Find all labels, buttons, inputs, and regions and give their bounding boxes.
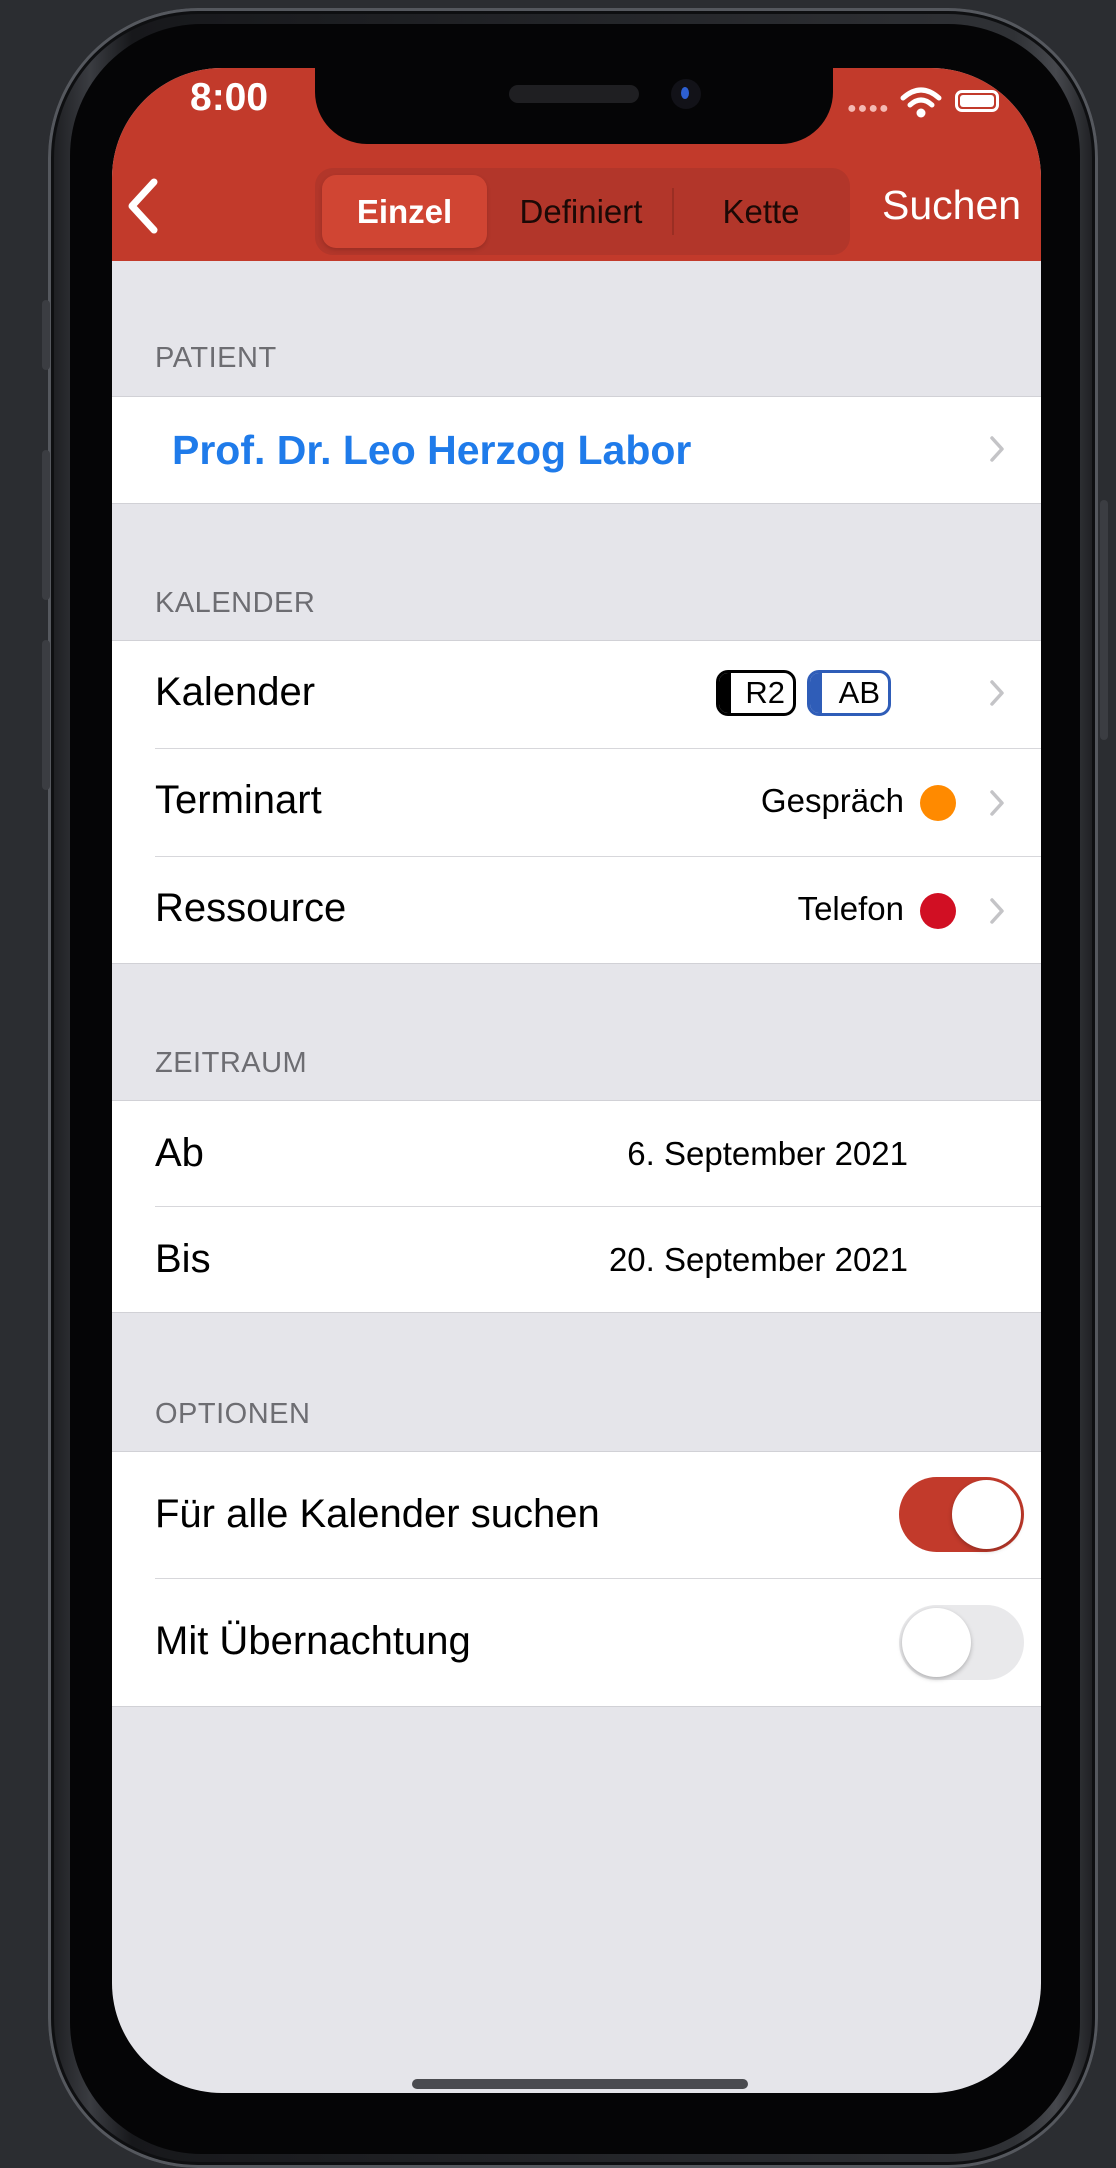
badge-color-stripe: [810, 673, 822, 713]
section-title-kalender: KALENDER: [155, 587, 316, 619]
home-indicator: [412, 2079, 748, 2089]
ab-label: Ab: [155, 1131, 204, 1175]
chevron-right-icon: [990, 790, 1004, 816]
chevron-right-icon: [990, 898, 1004, 924]
ressource-color-dot: [920, 893, 956, 929]
ressource-row[interactable]: Ressource Telefon: [112, 857, 1041, 963]
section-title-zeitraum: ZEITRAUM: [155, 1047, 308, 1079]
terminart-row[interactable]: Terminart Gespräch: [112, 749, 1041, 856]
zeitraum-group: Ab 6. September 2021 Bis 20. September 2…: [112, 1100, 1041, 1313]
toggle-knob: [902, 1608, 971, 1677]
chevron-right-icon: [990, 680, 1004, 706]
ab-date-value[interactable]: 6. September 2021: [627, 1135, 908, 1173]
bis-label: Bis: [155, 1237, 211, 1281]
status-time: 8:00: [190, 76, 269, 119]
bis-date-value[interactable]: 20. September 2021: [609, 1241, 908, 1279]
optionen-group: Für alle Kalender suchen Mit Übernachtun…: [112, 1451, 1041, 1707]
search-button[interactable]: Suchen: [882, 182, 1021, 229]
kalender-label: Kalender: [155, 670, 316, 714]
toggle-knob: [952, 1480, 1021, 1549]
patient-name: Prof. Dr. Leo Herzog Labor: [172, 427, 692, 473]
ressource-label: Ressource: [155, 886, 347, 930]
uebernachtung-label: Mit Übernachtung: [155, 1619, 471, 1663]
segment-divider: [672, 188, 674, 235]
notch: [315, 68, 833, 144]
chevron-right-icon: [990, 436, 1004, 462]
nav-header: 8:00 ●●●● Einzel Definiert Kette Suchen: [112, 68, 1041, 261]
segment-einzel[interactable]: Einzel: [322, 175, 487, 248]
kalender-row[interactable]: Kalender R2 AB: [112, 641, 1041, 748]
section-title-patient: PATIENT: [155, 342, 277, 374]
kalender-group: Kalender R2 AB Terminart Gespräch Ressou…: [112, 640, 1041, 964]
volume-up-button: [42, 450, 50, 600]
terminart-value: Gespräch: [760, 782, 904, 819]
back-chevron-icon[interactable]: [120, 176, 170, 236]
uebernachtung-toggle[interactable]: [899, 1605, 1024, 1680]
mode-segmented-control: Einzel Definiert Kette: [315, 168, 850, 255]
badge-label: AB: [838, 675, 880, 710]
front-camera: [671, 79, 701, 109]
ab-row[interactable]: Ab 6. September 2021: [112, 1101, 1041, 1206]
power-button: [1100, 500, 1108, 740]
badge-color-stripe: [719, 673, 731, 713]
terminart-color-dot: [920, 785, 956, 821]
section-title-optionen: OPTIONEN: [155, 1398, 311, 1430]
battery-icon: [955, 90, 999, 112]
uebernachtung-row: Mit Übernachtung: [112, 1579, 1041, 1706]
speaker: [509, 85, 639, 103]
volume-down-button: [42, 640, 50, 790]
alle-kalender-label: Für alle Kalender suchen: [155, 1492, 600, 1536]
alle-kalender-row: Für alle Kalender suchen: [112, 1452, 1041, 1578]
patient-row[interactable]: Prof. Dr. Leo Herzog Labor: [112, 397, 1041, 503]
alle-kalender-toggle[interactable]: [899, 1477, 1024, 1552]
signal-icon: ●●●●: [847, 100, 890, 117]
wifi-icon: [900, 87, 942, 118]
mute-switch: [42, 300, 50, 370]
phone-screen: 8:00 ●●●● Einzel Definiert Kette Suchen …: [112, 68, 1041, 2093]
segment-definiert[interactable]: Definiert: [493, 175, 669, 248]
badge-label: R2: [745, 675, 785, 710]
ressource-value: Telefon: [797, 890, 904, 927]
terminart-label: Terminart: [155, 778, 322, 822]
status-indicators: ●●●●: [847, 86, 1027, 122]
patient-group: Prof. Dr. Leo Herzog Labor: [112, 396, 1041, 504]
segment-kette[interactable]: Kette: [675, 175, 847, 248]
calendar-badge-r2: R2: [716, 670, 796, 716]
calendar-badge-ab: AB: [807, 670, 891, 716]
bis-row[interactable]: Bis 20. September 2021: [112, 1207, 1041, 1312]
